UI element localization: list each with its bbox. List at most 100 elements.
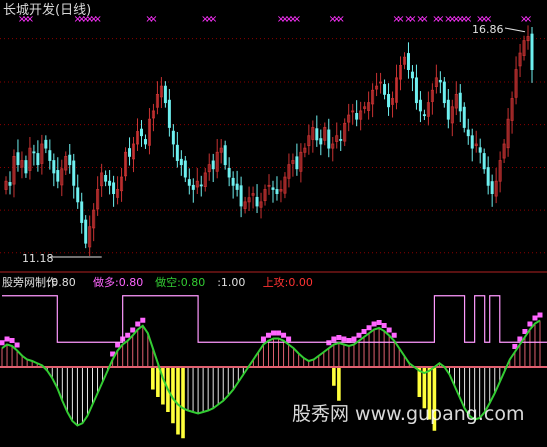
panel-title: 长城开发(日线) bbox=[3, 2, 91, 18]
pink-block bbox=[4, 336, 10, 342]
candle-body bbox=[275, 189, 279, 194]
pink-block bbox=[341, 336, 347, 342]
signal-marker: × bbox=[293, 14, 301, 25]
candle-body bbox=[52, 160, 56, 174]
candle-body bbox=[187, 179, 191, 186]
pink-block bbox=[331, 336, 337, 342]
signal-marker: × bbox=[524, 14, 532, 25]
candle-body bbox=[315, 128, 319, 141]
candle-body bbox=[163, 85, 167, 104]
pink-block bbox=[276, 330, 282, 336]
high-price-label: 16.86 bbox=[472, 23, 504, 36]
pink-block bbox=[381, 323, 387, 328]
candle-body bbox=[171, 130, 175, 145]
indicator-chart: ××× ×××××× ×× ××× ××××× ××× ×× ×× ×× ×× ×××××× ××× ×… bbox=[0, 2, 547, 439]
candle-body bbox=[72, 160, 76, 186]
legend-item-4: :1.00 bbox=[217, 276, 245, 289]
candle-body bbox=[179, 158, 183, 166]
pink-block bbox=[130, 327, 136, 333]
candle-body bbox=[239, 185, 243, 207]
candle-body bbox=[16, 152, 20, 166]
candle-body bbox=[24, 160, 28, 174]
candle-body bbox=[104, 175, 108, 182]
candle-body bbox=[56, 170, 60, 182]
candle-body bbox=[211, 160, 215, 170]
candle-body bbox=[462, 106, 466, 128]
candle-body bbox=[80, 201, 84, 223]
yellow-bar bbox=[151, 367, 155, 390]
pink-block bbox=[14, 342, 20, 348]
pink-block bbox=[286, 336, 292, 342]
yellow-bar bbox=[332, 367, 336, 386]
legend-item-2: 做多:0.80 bbox=[93, 275, 143, 289]
candlestick-series bbox=[4, 25, 534, 257]
candle-body bbox=[76, 187, 80, 203]
high-arrow bbox=[504, 27, 526, 33]
candle-body bbox=[271, 187, 275, 190]
pink-block bbox=[376, 320, 382, 325]
candle-body bbox=[44, 139, 48, 149]
candle-body bbox=[406, 53, 410, 71]
candle-body bbox=[530, 33, 534, 70]
yellow-bar bbox=[181, 367, 185, 439]
candle-body bbox=[383, 84, 387, 95]
candle-body bbox=[68, 154, 72, 166]
candle-body bbox=[167, 99, 171, 128]
pink-block bbox=[115, 342, 121, 348]
legend-item-5: 上攻:0.00 bbox=[263, 275, 313, 289]
signal-marker: × bbox=[149, 14, 157, 25]
pink-block bbox=[140, 317, 146, 323]
legend-item-1: :0.80 bbox=[48, 276, 76, 289]
candle-body bbox=[327, 129, 331, 149]
pink-block bbox=[391, 332, 397, 338]
indicator-legend: 股旁网制作:0.80 做多:0.80 做空:0.80:1.00 上攻:0.00 bbox=[2, 275, 313, 289]
candle-body bbox=[128, 148, 132, 157]
candle-body bbox=[143, 139, 147, 145]
pink-block bbox=[537, 312, 543, 318]
candle-body bbox=[442, 81, 446, 104]
candle-body bbox=[8, 182, 12, 186]
candle-body bbox=[418, 99, 422, 112]
candle-body bbox=[438, 79, 442, 83]
pink-block bbox=[265, 332, 271, 338]
candle-body bbox=[319, 138, 323, 145]
signal-markers: ××× ×××××× ×× ××× ××××× ××× ×× ×× ×× ×× ×××××× ××× ×… bbox=[18, 14, 532, 25]
pink-block bbox=[135, 321, 141, 327]
candle-body bbox=[108, 180, 112, 186]
legend-item-3: 做空:0.80 bbox=[155, 275, 205, 289]
pink-block bbox=[260, 336, 266, 342]
candle-body bbox=[490, 181, 494, 194]
chart-stage: × × × × × × × × × × × × × × × × × × × × × × × × × × × × × × × × × × × × × × × ×… bbox=[0, 0, 547, 447]
candle-body bbox=[199, 184, 203, 187]
candle-body bbox=[112, 182, 116, 194]
candle-body bbox=[410, 71, 414, 79]
candle-body bbox=[235, 183, 239, 190]
watermark: 股秀网 www.gupang.com bbox=[292, 403, 524, 425]
pink-block bbox=[351, 336, 357, 342]
signal-marker: × bbox=[420, 14, 428, 25]
candle-body bbox=[446, 99, 450, 120]
candle-body bbox=[387, 94, 391, 108]
pink-block bbox=[125, 332, 131, 338]
candle-body bbox=[231, 177, 235, 186]
pink-block bbox=[527, 321, 533, 327]
candle-body bbox=[486, 167, 490, 186]
signal-marker: × bbox=[337, 14, 345, 25]
pink-block bbox=[336, 335, 342, 340]
candle-body bbox=[422, 114, 426, 117]
candle-body bbox=[255, 196, 259, 207]
candle-body bbox=[478, 147, 482, 153]
candle-body bbox=[466, 129, 470, 137]
candle-body bbox=[139, 128, 143, 137]
yellow-bar bbox=[337, 367, 341, 401]
pink-block bbox=[9, 338, 15, 343]
candle-body bbox=[48, 150, 52, 161]
candle-body bbox=[482, 153, 486, 170]
yellow-bar bbox=[176, 367, 180, 435]
pink-block bbox=[361, 329, 367, 334]
yellow-bar bbox=[156, 367, 160, 397]
candle-body bbox=[470, 135, 474, 149]
pink-block bbox=[386, 327, 392, 333]
candle-body bbox=[175, 144, 179, 161]
candle-body bbox=[223, 145, 227, 166]
